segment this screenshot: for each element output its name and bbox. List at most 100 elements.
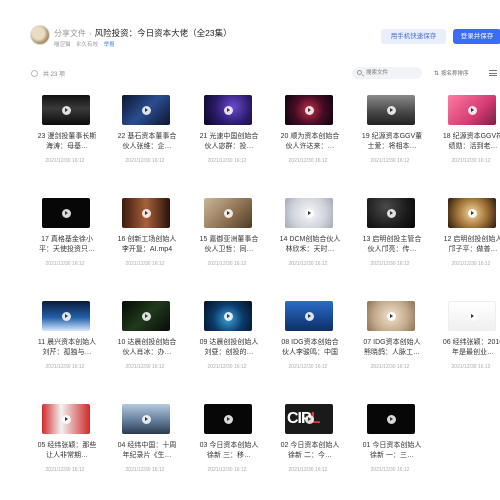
- view-mode-icon[interactable]: [489, 70, 497, 76]
- file-name[interactable]: 01 今日资本创始人徐新 一：三…: [361, 441, 423, 461]
- play-icon[interactable]: [61, 105, 71, 115]
- video-thumbnail[interactable]: [204, 198, 252, 228]
- video-thumbnail[interactable]: [285, 95, 333, 125]
- file-name[interactable]: 07 IDG资本创始人熊晓鸽：人脉工…: [361, 338, 423, 358]
- file-item[interactable]: 04 经纬中国：十周年纪录片《生… 2021/12/30 16:12: [110, 394, 180, 479]
- file-name[interactable]: 20 顺为资本创始合伙人许达来：…: [279, 132, 341, 152]
- breadcrumb-root-link[interactable]: 分享文件: [54, 29, 86, 38]
- play-icon[interactable]: [304, 105, 314, 115]
- play-icon[interactable]: [467, 105, 477, 115]
- file-item[interactable]: 14 DCM创始合伙人林欣禾：天时… 2021/12/30 16:12: [273, 188, 343, 273]
- play-icon[interactable]: [141, 105, 151, 115]
- play-icon[interactable]: [61, 414, 71, 424]
- file-item[interactable]: 21 光速中国创始合伙人宓群：投… 2021/12/30 16:12: [192, 85, 262, 170]
- file-item[interactable]: 15 嘉御亚洲董事合伙人卫哲：同… 2021/12/30 16:12: [192, 188, 262, 273]
- search-input[interactable]: [366, 68, 420, 78]
- play-icon[interactable]: [386, 311, 396, 321]
- file-name[interactable]: 12 启明创投创始人邝子平：做普…: [442, 235, 500, 255]
- sort-dropdown[interactable]: ⇅ 按名称排序: [434, 69, 469, 77]
- video-thumbnail[interactable]: [285, 198, 333, 228]
- play-icon[interactable]: [467, 208, 477, 218]
- play-icon[interactable]: [61, 208, 71, 218]
- file-item[interactable]: 17 真格基金徐小平：天使投资只… 2021/12/30 16:12: [30, 188, 100, 273]
- video-thumbnail[interactable]: [285, 301, 333, 331]
- play-icon[interactable]: [386, 414, 396, 424]
- play-icon[interactable]: [304, 208, 314, 218]
- report-link[interactable]: 举报: [104, 42, 115, 48]
- file-item[interactable]: 16 创新工场创始人李开复：AI.mp4 2021/12/30 16:12: [110, 188, 180, 273]
- play-icon[interactable]: [223, 105, 233, 115]
- video-thumbnail[interactable]: [42, 404, 90, 434]
- video-thumbnail[interactable]: CIPL: [285, 404, 333, 434]
- file-item[interactable]: 06 经纬张颖：2016年是最创业… 2021/12/30 16:12: [436, 291, 500, 376]
- login-save-button[interactable]: 登录并保存: [453, 29, 500, 44]
- video-thumbnail[interactable]: [448, 198, 496, 228]
- file-name[interactable]: 04 经纬中国：十周年纪录片《生…: [116, 441, 178, 461]
- file-item[interactable]: 12 启明创投创始人邝子平：做普… 2021/12/30 16:12: [436, 188, 500, 273]
- file-item[interactable]: 01 今日资本创始人徐新 一：三… 2021/12/30 16:12: [355, 394, 425, 479]
- video-thumbnail[interactable]: [367, 301, 415, 331]
- play-icon[interactable]: [141, 414, 151, 424]
- sharer-avatar[interactable]: [30, 25, 50, 45]
- play-icon[interactable]: [304, 414, 314, 424]
- file-name[interactable]: 03 今日资本创始人徐新 三：移…: [198, 441, 260, 461]
- file-name[interactable]: 09 达晨创投创始人刘昼：创投的…: [198, 338, 260, 358]
- play-icon[interactable]: [223, 414, 233, 424]
- play-icon[interactable]: [223, 311, 233, 321]
- file-item[interactable]: 22 基石资本董事合伙人张维：企… 2021/12/30 16:12: [110, 85, 180, 170]
- file-name[interactable]: 22 基石资本董事合伙人张维：企…: [116, 132, 178, 152]
- video-thumbnail[interactable]: [448, 95, 496, 125]
- video-thumbnail[interactable]: [122, 404, 170, 434]
- search-box[interactable]: [352, 67, 422, 79]
- file-name[interactable]: 17 真格基金徐小平：天使投资只…: [36, 235, 98, 255]
- file-item[interactable]: 08 IDG资本创始合伙人李骏鸣：中国离… 2021/12/30 16:12: [273, 291, 343, 376]
- play-icon[interactable]: [304, 311, 314, 321]
- file-name[interactable]: 18 纪源资本GGV符绩勋：活到老…: [442, 132, 500, 152]
- play-icon[interactable]: [386, 105, 396, 115]
- video-thumbnail[interactable]: [367, 404, 415, 434]
- file-name[interactable]: 19 纪源资本GGV董士爱：将相本…: [361, 132, 423, 152]
- file-name[interactable]: 11 晨兴资本创始人刘芹：孤独与…: [36, 338, 98, 358]
- play-icon[interactable]: [141, 311, 151, 321]
- video-thumbnail[interactable]: [367, 95, 415, 125]
- file-item[interactable]: 18 纪源资本GGV符绩勋：活到老… 2021/12/30 16:12: [436, 85, 500, 170]
- file-name[interactable]: 08 IDG资本创始合伙人李骏鸣：中国离…: [279, 338, 341, 358]
- file-item[interactable]: 09 达晨创投创始人刘昼：创投的… 2021/12/30 16:12: [192, 291, 262, 376]
- play-icon[interactable]: [61, 311, 71, 321]
- file-name[interactable]: 23 漫剑投董事长斯海涛：母基…: [36, 132, 98, 152]
- play-icon[interactable]: [467, 311, 477, 321]
- phone-save-button[interactable]: 用手机快速保存: [381, 29, 446, 44]
- video-thumbnail[interactable]: [42, 95, 90, 125]
- file-item[interactable]: 03 今日资本创始人徐新 三：移… 2021/12/30 16:12: [192, 394, 262, 479]
- select-all-checkbox[interactable]: [31, 70, 38, 77]
- file-name[interactable]: 02 今日资本创始人徐新 二：今…: [279, 441, 341, 461]
- play-icon[interactable]: [386, 208, 396, 218]
- video-thumbnail[interactable]: [204, 404, 252, 434]
- video-thumbnail[interactable]: [122, 198, 170, 228]
- video-thumbnail[interactable]: [122, 95, 170, 125]
- play-icon[interactable]: [141, 208, 151, 218]
- video-thumbnail[interactable]: [367, 198, 415, 228]
- sharer-name[interactable]: 喵涩猫: [54, 42, 71, 48]
- file-item[interactable]: 23 漫剑投董事长斯海涛：母基… 2021/12/30 16:12: [30, 85, 100, 170]
- file-item[interactable]: CIPL 02 今日资本创始人徐新 二：今… 2021/12/30 16:12: [273, 394, 343, 479]
- file-item[interactable]: 10 达晨创投创始合伙人肖冰：办… 2021/12/30 16:12: [110, 291, 180, 376]
- video-thumbnail[interactable]: [204, 95, 252, 125]
- file-name[interactable]: 06 经纬张颖：2016年是最创业…: [442, 338, 500, 358]
- file-name[interactable]: 13 启明创投主管合伙人邝亮：传…: [361, 235, 423, 255]
- file-item[interactable]: 13 启明创投主管合伙人邝亮：传… 2021/12/30 16:12: [355, 188, 425, 273]
- play-icon[interactable]: [223, 208, 233, 218]
- file-name[interactable]: 21 光速中国创始合伙人宓群：投…: [198, 132, 260, 152]
- video-thumbnail[interactable]: [122, 301, 170, 331]
- file-item[interactable]: 05 经纬张颖：那些让人非常期… 2021/12/30 16:12: [30, 394, 100, 479]
- file-name[interactable]: 05 经纬张颖：那些让人非常期…: [36, 441, 98, 461]
- file-name[interactable]: 10 达晨创投创始合伙人肖冰：办…: [116, 338, 178, 358]
- video-thumbnail[interactable]: [42, 198, 90, 228]
- file-name[interactable]: 15 嘉御亚洲董事合伙人卫哲：同…: [198, 235, 260, 255]
- file-name[interactable]: 16 创新工场创始人李开复：AI.mp4: [116, 235, 178, 255]
- video-thumbnail[interactable]: [448, 301, 496, 331]
- file-item[interactable]: 20 顺为资本创始合伙人许达来：… 2021/12/30 16:12: [273, 85, 343, 170]
- file-item[interactable]: 19 纪源资本GGV董士爱：将相本… 2021/12/30 16:12: [355, 85, 425, 170]
- video-thumbnail[interactable]: [42, 301, 90, 331]
- video-thumbnail[interactable]: [204, 301, 252, 331]
